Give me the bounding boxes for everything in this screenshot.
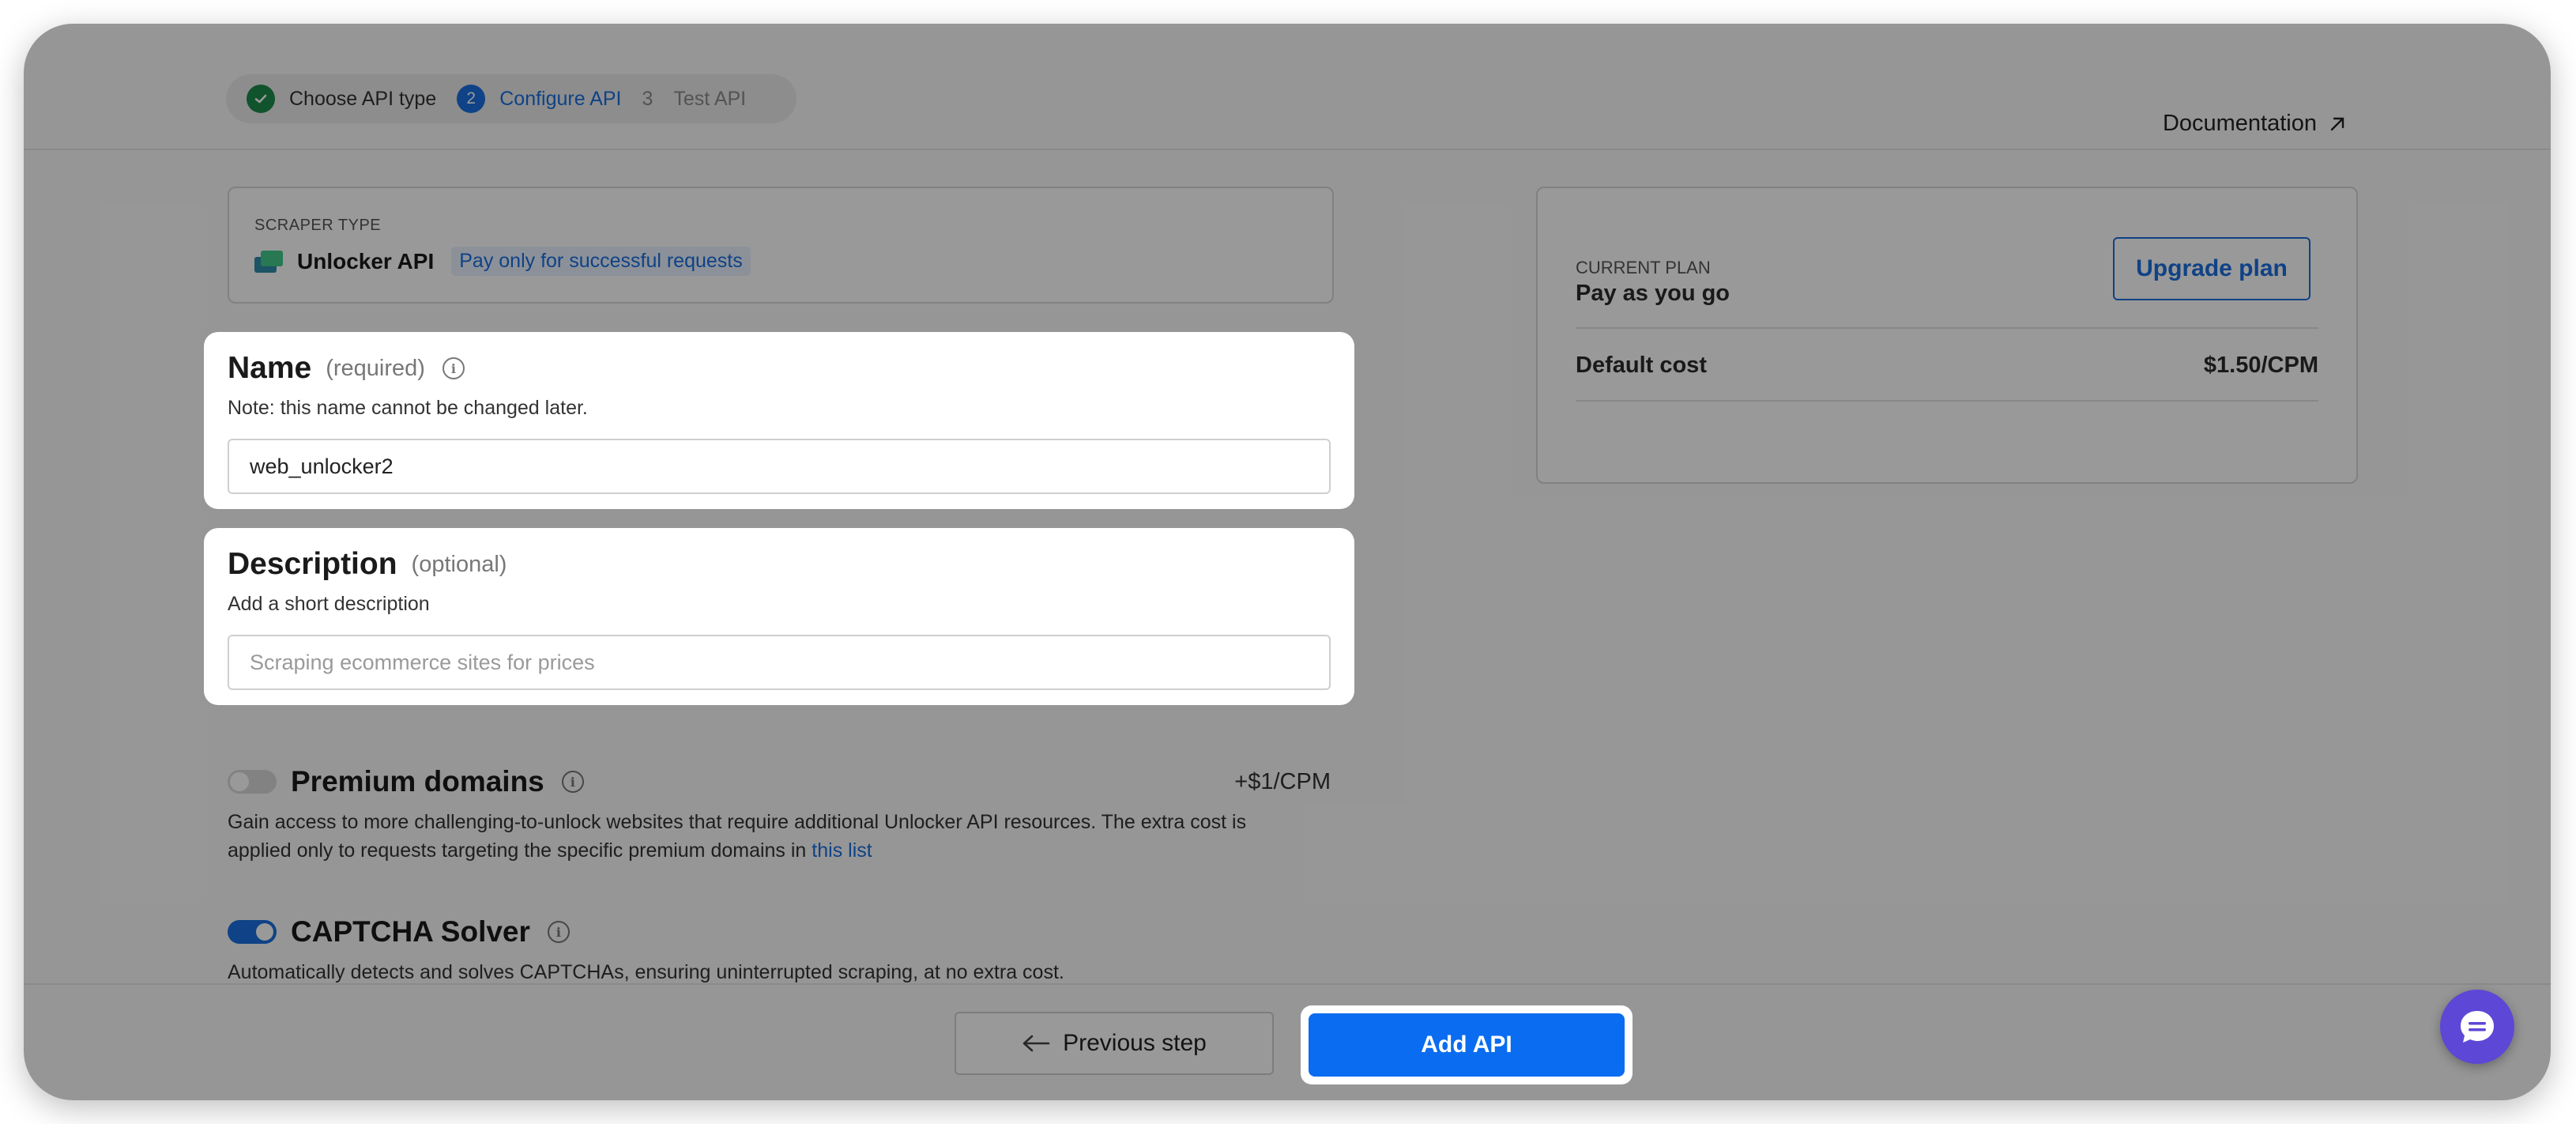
add-api-highlight: Add API — [1301, 1005, 1633, 1084]
description-field-hint: (optional) — [411, 551, 507, 577]
chat-icon — [2461, 1011, 2494, 1043]
name-highlight: Name (required) i Note: this name cannot… — [204, 332, 1354, 509]
add-api-button[interactable]: Add API — [1309, 1013, 1625, 1077]
name-input[interactable] — [228, 439, 1331, 494]
description-field-title: Description — [228, 547, 397, 581]
name-field-note: Note: this name cannot be changed later. — [228, 397, 588, 419]
info-icon[interactable]: i — [442, 357, 465, 379]
name-field-hint: (required) — [326, 355, 425, 381]
description-input[interactable] — [228, 635, 1331, 690]
description-field-note: Add a short description — [228, 593, 430, 615]
name-field-title: Name — [228, 351, 312, 385]
chat-support-button[interactable] — [2440, 990, 2514, 1064]
app-window: Choose API type 2 Configure API 3 Test A… — [24, 24, 2551, 1100]
description-highlight: Description (optional) Add a short descr… — [204, 528, 1354, 705]
